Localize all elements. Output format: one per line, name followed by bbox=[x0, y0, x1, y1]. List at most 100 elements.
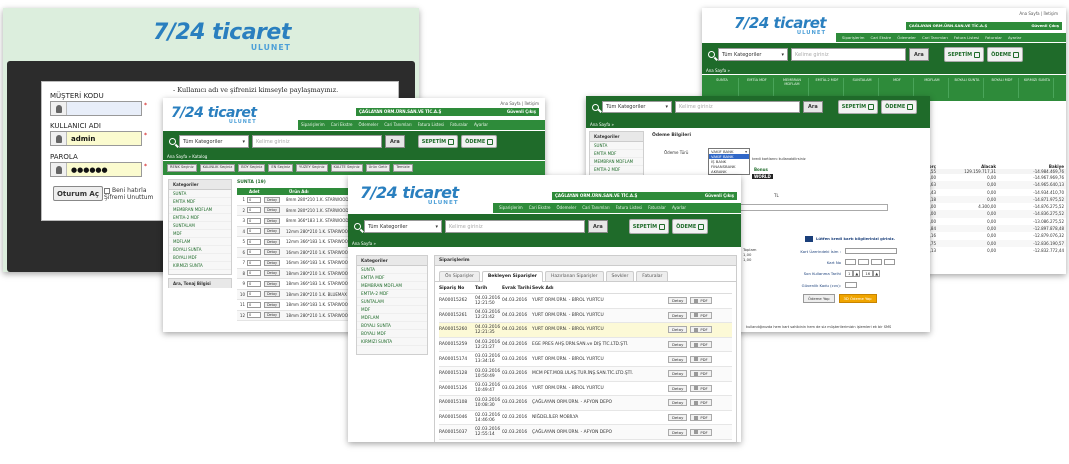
sidebar-item[interactable]: MDFLAM bbox=[357, 314, 427, 322]
qty-input[interactable]: 0 bbox=[247, 259, 261, 266]
search-button[interactable]: Ara bbox=[909, 48, 929, 61]
filter-color[interactable]: RENK Seçiniz bbox=[167, 164, 197, 172]
sidebar-item[interactable]: BOYALI SUNTA bbox=[357, 322, 427, 330]
nav-item-settings[interactable]: Ayarlar bbox=[1008, 35, 1021, 40]
category-select[interactable]: Tüm Kategoriler ▾ bbox=[602, 101, 672, 113]
order-pdf-button[interactable]: PDF bbox=[690, 428, 712, 436]
cvv-input[interactable] bbox=[845, 282, 857, 288]
qty-input[interactable]: 0 bbox=[247, 207, 261, 214]
nav-item-payments[interactable]: Ödemeler bbox=[897, 35, 916, 40]
nav-item-payments[interactable]: Ödemeler bbox=[359, 122, 379, 128]
tab-3[interactable]: Sevkler bbox=[605, 271, 635, 281]
qty-input[interactable]: 0 bbox=[247, 270, 261, 277]
order-detail-button[interactable]: Detay bbox=[668, 370, 688, 378]
qty-input[interactable]: 0 bbox=[247, 249, 261, 256]
nav-item-orders[interactable]: Siparişlerim bbox=[301, 122, 325, 128]
order-detail-button[interactable]: Detay bbox=[668, 311, 688, 319]
product-name[interactable]: 16mm 366*183 1.K. STARWOOD bbox=[286, 260, 351, 265]
tab-0[interactable]: Ön Siparişler bbox=[439, 271, 480, 281]
order-pdf-button[interactable]: PDF bbox=[690, 399, 712, 407]
cart-button[interactable]: SEPETİM bbox=[628, 219, 670, 234]
category-tab[interactable]: EMTİA MDF bbox=[741, 78, 774, 98]
qty-input[interactable]: 0 bbox=[247, 238, 261, 245]
expiry-month-up[interactable]: ▲ bbox=[853, 270, 861, 277]
login-submit-button[interactable]: Oturum Aç bbox=[53, 186, 103, 201]
order-detail-button[interactable]: Detay bbox=[668, 428, 688, 436]
home-link[interactable]: Ana Sayfa bbox=[1019, 11, 1039, 16]
clear-filters-button[interactable]: Temizle bbox=[393, 164, 413, 172]
order-detail-button[interactable]: Detay bbox=[668, 341, 688, 349]
remember-checkbox[interactable] bbox=[104, 187, 110, 194]
payment-button[interactable]: ÖDEME bbox=[881, 100, 918, 114]
sidebar-item[interactable]: KIRMIZI SUNTA bbox=[357, 338, 427, 346]
payment-button[interactable]: ÖDEME bbox=[672, 219, 709, 234]
sidebar-item[interactable]: EMTİA MDF bbox=[169, 198, 231, 206]
search-button[interactable]: Ara bbox=[385, 135, 405, 148]
detail-button[interactable]: Detay bbox=[264, 270, 280, 277]
sidebar-item[interactable]: KIRMIZI SUNTA bbox=[169, 262, 231, 270]
product-name[interactable]: 8mm 280*210 1.K. STARWOOD bbox=[286, 208, 349, 213]
nav-item-statement[interactable]: Cari Ekstre bbox=[871, 35, 892, 40]
filter-width[interactable]: EN Seçiniz bbox=[268, 164, 294, 172]
category-tab[interactable]: KIRMIZI SUNTA bbox=[1021, 78, 1054, 98]
expiry-year[interactable]: 16 bbox=[862, 270, 874, 277]
qty-input[interactable]: 0 bbox=[247, 280, 261, 287]
filter-thickness[interactable]: KALINLIK Seçiniz bbox=[199, 164, 236, 172]
sidebar-item[interactable]: EMTİA MDF bbox=[590, 150, 643, 158]
order-detail-button[interactable]: Detay bbox=[668, 355, 688, 363]
order-detail-button[interactable]: Detay bbox=[668, 384, 688, 392]
order-pdf-button[interactable]: PDF bbox=[690, 341, 712, 349]
category-tab[interactable]: MDF bbox=[881, 78, 914, 98]
order-detail-button[interactable]: Detay bbox=[668, 399, 688, 407]
sidebar-item[interactable]: SUNTA bbox=[357, 266, 427, 274]
sidebar-item[interactable]: SUNTALAM bbox=[357, 298, 427, 306]
home-link[interactable]: Ana Sayfa bbox=[500, 101, 520, 106]
category-tab[interactable]: BOYALI MDF bbox=[986, 78, 1019, 98]
cart-button[interactable]: SEPETİM bbox=[837, 100, 879, 114]
order-pdf-button[interactable]: PDF bbox=[690, 370, 712, 378]
nav-item-orders[interactable]: Siparişlerim bbox=[842, 35, 865, 40]
sidebar-item[interactable]: SUNTA bbox=[169, 190, 231, 198]
category-tab[interactable]: BOYALI SUNTA bbox=[951, 78, 984, 98]
sidebar-item[interactable]: MEMBRAN MDFLAM bbox=[169, 206, 231, 214]
order-pdf-button[interactable]: PDF bbox=[690, 326, 712, 334]
detail-button[interactable]: Detay bbox=[264, 196, 280, 203]
tab-2[interactable]: Hazırlanan Siparişler bbox=[544, 271, 604, 281]
filter-length[interactable]: BOY Seçiniz bbox=[238, 164, 266, 172]
bank-option[interactable]: AKBANK bbox=[709, 169, 749, 174]
sidebar-item[interactable]: MEMBRAN MDFLAM bbox=[357, 282, 427, 290]
nav-item-invoices[interactable]: Faturalar bbox=[648, 205, 666, 211]
qty-input[interactable]: 0 bbox=[247, 301, 261, 308]
order-detail-button[interactable]: Detay bbox=[668, 414, 688, 422]
search-input[interactable]: Kelime giriniz bbox=[675, 101, 800, 113]
category-tab[interactable]: EMTİA-2 MDF bbox=[811, 78, 844, 98]
category-select[interactable]: Tüm Kategoriler ▾ bbox=[179, 135, 249, 148]
contact-link[interactable]: İletişim bbox=[524, 101, 539, 106]
order-detail-button[interactable]: Detay bbox=[668, 297, 688, 305]
cart-button[interactable]: SEPETİM bbox=[417, 135, 459, 148]
qty-input[interactable]: 0 bbox=[247, 196, 261, 203]
product-name[interactable]: 12mm 366*183 1.K. STARWOOD bbox=[286, 239, 351, 244]
category-select[interactable]: Tüm Kategoriler ▾ bbox=[718, 48, 788, 61]
sidebar-item[interactable]: EMTİA-2 MDF bbox=[169, 214, 231, 222]
detail-button[interactable]: Detay bbox=[264, 217, 280, 224]
product-name[interactable]: 8mm 366*183 1.K. STARWOOD bbox=[286, 218, 349, 223]
detail-button[interactable]: Detay bbox=[264, 249, 280, 256]
category-tab[interactable]: MDFLAM bbox=[916, 78, 949, 98]
nav-item-invoices[interactable]: Faturalar bbox=[985, 35, 1002, 40]
sidebar-item[interactable]: BOYALI MDF bbox=[169, 254, 231, 262]
category-tab[interactable]: SUNTALAM bbox=[846, 78, 879, 98]
category-select[interactable]: Tüm Kategoriler ▾ bbox=[364, 220, 442, 233]
payment-button[interactable]: ÖDEME bbox=[461, 135, 498, 148]
search-input[interactable]: Kelime giriniz bbox=[445, 220, 585, 233]
category-tab[interactable]: MEMBRAN MDFLAM bbox=[776, 78, 809, 98]
card-name-input[interactable] bbox=[845, 248, 897, 254]
qty-input[interactable]: 0 bbox=[247, 312, 261, 319]
product-name[interactable]: 18mm 366*183 1.K. STARWOOD bbox=[286, 302, 351, 307]
detail-button[interactable]: Detay bbox=[264, 207, 280, 214]
sidebar-item[interactable]: BOYALI SUNTA bbox=[169, 246, 231, 254]
password-field[interactable]: ●●●●●● bbox=[50, 162, 142, 177]
sidebar-item[interactable]: MDF bbox=[169, 230, 231, 238]
secure-exit[interactable]: Güvenli Çıkış bbox=[1031, 23, 1059, 29]
nav-item-invoice-list[interactable]: Fatura Listesi bbox=[616, 205, 643, 211]
